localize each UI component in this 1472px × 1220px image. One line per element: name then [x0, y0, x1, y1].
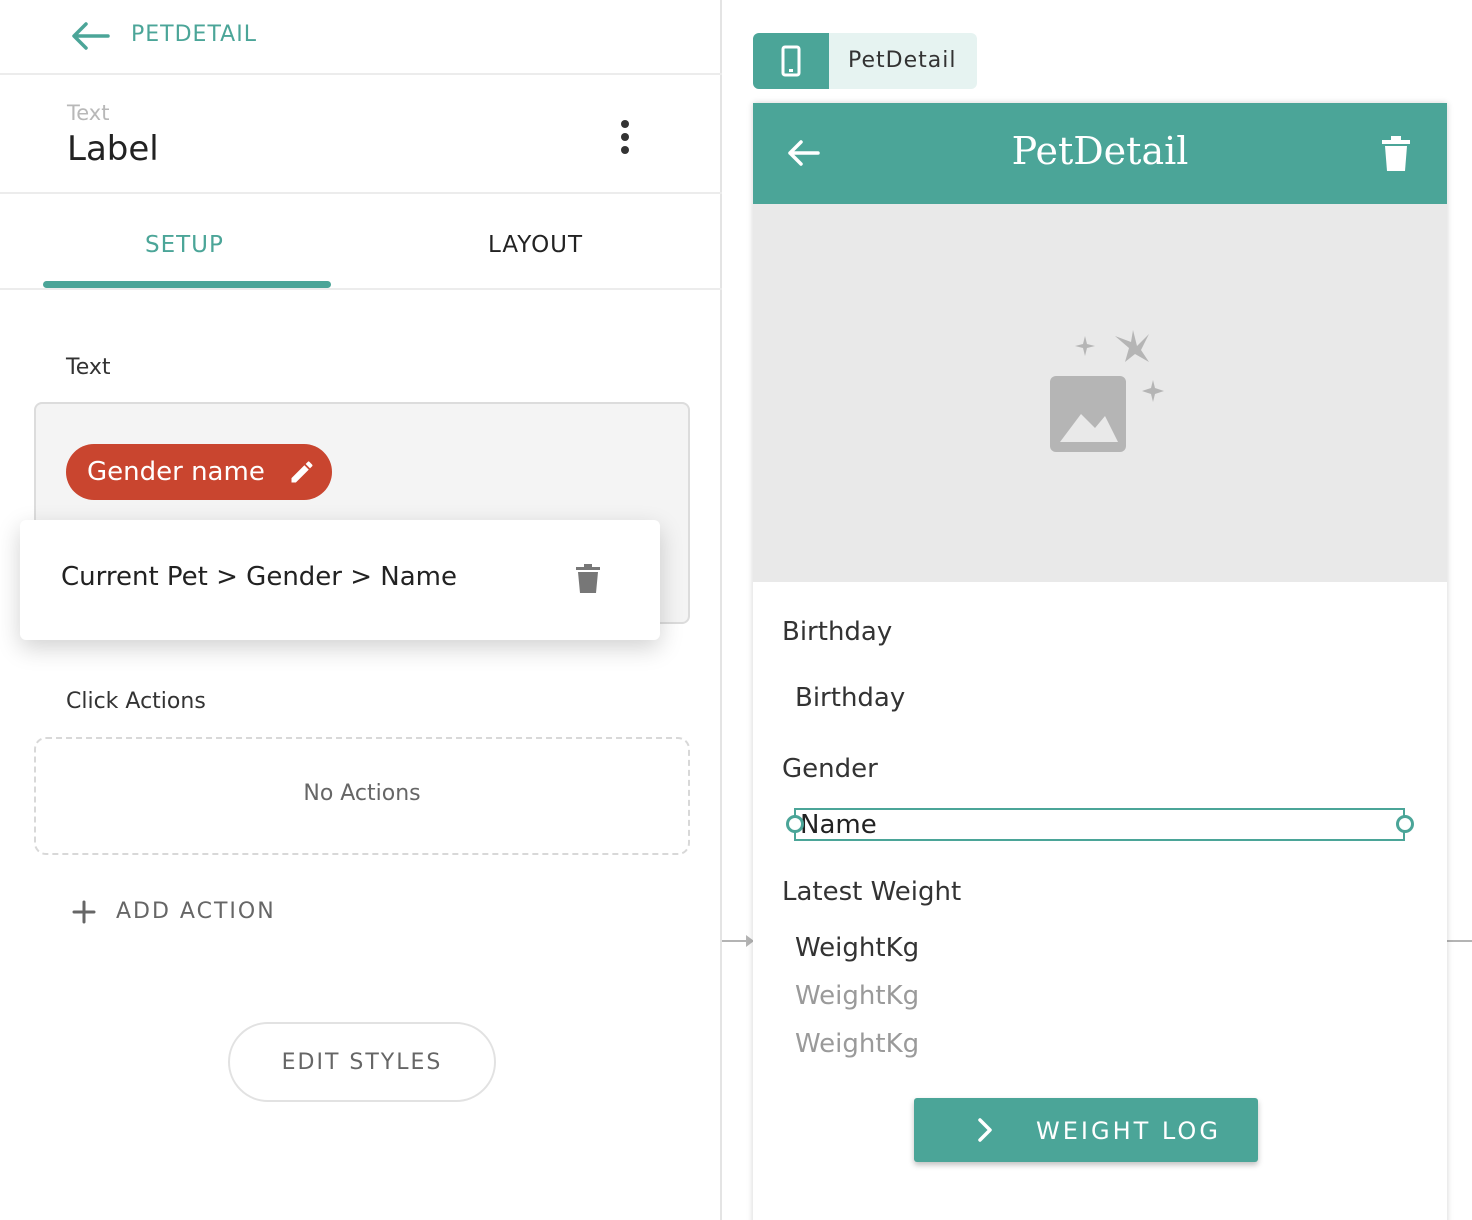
- component-header: Text Label: [0, 77, 722, 194]
- chevron-right-icon: [978, 1118, 992, 1142]
- weight-log-label: WEIGHT LOG: [1036, 1117, 1221, 1145]
- chip-label: Gender name: [87, 457, 265, 487]
- latest-weight-label: Latest Weight: [782, 877, 962, 907]
- selected-gender-name-text[interactable]: Name: [794, 808, 1405, 841]
- gender-value: Name: [800, 810, 877, 840]
- resize-handle-right[interactable]: [1396, 815, 1414, 833]
- active-tab-indicator: [43, 281, 331, 288]
- binding-path: Current Pet > Gender > Name: [61, 562, 458, 592]
- trash-icon[interactable]: [1382, 136, 1410, 172]
- properties-panel: PETDETAIL Text Label SETUP LAYOUT Text G…: [0, 0, 722, 1220]
- more-vertical-icon[interactable]: [606, 115, 646, 159]
- actions-dropzone: No Actions: [34, 737, 690, 855]
- gender-label: Gender: [782, 754, 878, 784]
- binding-path-popover: Current Pet > Gender > Name: [20, 520, 660, 640]
- click-actions-label: Click Actions: [66, 689, 206, 714]
- app-bar-title: PetDetail: [1011, 129, 1189, 173]
- connector-arrow: [722, 935, 754, 947]
- resize-handle-left[interactable]: [786, 815, 804, 833]
- phone-preview: PetDetail Birthday Birthday Gender Name …: [753, 103, 1447, 1220]
- connector-line: [1447, 940, 1472, 942]
- pet-image[interactable]: [753, 204, 1447, 582]
- edit-styles-button[interactable]: EDIT STYLES: [228, 1022, 496, 1102]
- app-bar: PetDetail: [753, 103, 1447, 204]
- arrow-left-icon[interactable]: [70, 20, 110, 52]
- birthday-value[interactable]: Birthday: [795, 683, 905, 713]
- pencil-icon[interactable]: [288, 458, 316, 486]
- birthday-label: Birthday: [782, 617, 893, 647]
- tab-setup[interactable]: SETUP: [145, 232, 224, 258]
- screen-name-link[interactable]: PETDETAIL: [131, 22, 257, 47]
- gender-name-chip[interactable]: Gender name: [66, 444, 332, 500]
- weight-log-button[interactable]: WEIGHT LOG: [914, 1098, 1258, 1162]
- panel-tabs: SETUP LAYOUT: [0, 196, 722, 290]
- component-type: Text: [67, 101, 110, 125]
- text-section-label: Text: [66, 355, 111, 380]
- weight-value[interactable]: WeightKg: [795, 1029, 919, 1059]
- edit-styles-label: EDIT STYLES: [281, 1050, 443, 1075]
- weight-value[interactable]: WeightKg: [795, 981, 919, 1011]
- phone-icon: [753, 33, 829, 89]
- tab-layout[interactable]: LAYOUT: [488, 232, 583, 258]
- screen-tag-label: PetDetail: [848, 48, 957, 73]
- screen-tag[interactable]: PetDetail: [753, 33, 977, 89]
- image-placeholder-icon: [1050, 330, 1164, 452]
- add-action-label: ADD ACTION: [116, 899, 276, 924]
- weight-value[interactable]: WeightKg: [795, 933, 919, 963]
- plus-icon: [72, 900, 96, 924]
- trash-icon[interactable]: [576, 564, 600, 594]
- component-name: Label: [67, 129, 159, 169]
- no-actions-text: No Actions: [303, 781, 421, 806]
- panel-header: PETDETAIL: [0, 0, 722, 75]
